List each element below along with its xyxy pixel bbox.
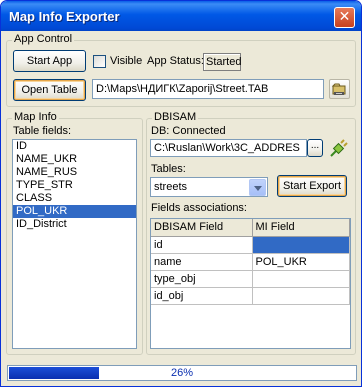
start-app-button[interactable]: Start App: [13, 50, 86, 72]
plug-connect-icon: [330, 139, 348, 157]
field-item[interactable]: NAME_RUS: [13, 166, 136, 179]
dbisam-label: DBISAM: [152, 111, 199, 123]
table-fields-list[interactable]: ID NAME_UKR NAME_RUS TYPE_STR CLASS POL_…: [12, 139, 137, 349]
app-control-label: App Control: [12, 33, 75, 45]
chevron-down-icon[interactable]: [249, 179, 266, 196]
app-status-label: App Status:: [147, 55, 204, 67]
mi-field-cell[interactable]: [252, 287, 350, 305]
fields-associations-grid[interactable]: DBISAM Field MI Field id name POL_UKR ty…: [150, 218, 351, 349]
table-row[interactable]: id: [151, 236, 350, 254]
close-icon: ✕: [338, 9, 351, 25]
field-item[interactable]: TYPE_STR: [13, 179, 136, 192]
column-header-dbisam-field[interactable]: DBISAM Field: [151, 219, 253, 237]
field-item[interactable]: ID: [13, 140, 136, 153]
tables-dropdown-value: streets: [154, 181, 188, 193]
db-browse-button[interactable]: ...: [307, 139, 323, 157]
table-row[interactable]: type_obj: [151, 270, 350, 288]
app-status-value: Started: [203, 53, 241, 71]
column-header-mi-field[interactable]: MI Field: [252, 219, 350, 237]
db-status-label: DB: Connected: [151, 125, 226, 137]
dbisam-field-cell[interactable]: id_obj: [151, 287, 253, 305]
field-item[interactable]: ID_District: [13, 218, 136, 231]
close-button[interactable]: ✕: [334, 7, 355, 28]
open-table-button[interactable]: Open Table: [13, 79, 86, 101]
field-item-selected[interactable]: POL_UKR: [13, 205, 136, 218]
table-row[interactable]: name POL_UKR: [151, 253, 350, 271]
map-info-label: Map Info: [12, 111, 59, 123]
mi-field-cell[interactable]: [252, 270, 350, 288]
table-fields-label: Table fields:: [13, 125, 72, 137]
dbisam-field-cell[interactable]: name: [151, 253, 253, 271]
associations-table: DBISAM Field MI Field id name POL_UKR ty…: [151, 219, 350, 305]
open-folder-icon: [331, 83, 346, 95]
progress-percent-label: 26%: [170, 367, 194, 379]
main-window: Map Info Exporter ✕ App Control Start Ap…: [0, 0, 362, 387]
start-export-button[interactable]: Start Export: [277, 175, 347, 197]
field-item[interactable]: CLASS: [13, 192, 136, 205]
tables-dropdown[interactable]: streets: [150, 177, 268, 197]
title-bar[interactable]: Map Info Exporter ✕: [1, 1, 361, 31]
browse-table-button[interactable]: [329, 79, 350, 99]
visible-checkbox-label: Visible: [110, 55, 143, 67]
dbisam-field-cell[interactable]: id: [151, 236, 253, 254]
field-item[interactable]: NAME_UKR: [13, 153, 136, 166]
window-title: Map Info Exporter: [9, 9, 120, 24]
visible-checkbox[interactable]: [93, 55, 106, 68]
mi-field-cell-selected[interactable]: [252, 236, 350, 254]
fields-associations-label: Fields associations:: [151, 202, 247, 214]
dbisam-field-cell[interactable]: type_obj: [151, 270, 253, 288]
table-header-row: DBISAM Field MI Field: [151, 219, 350, 237]
table-path-field[interactable]: D:\Maps\НДИГК\Zaporij\Street.TAB: [92, 79, 324, 99]
table-row[interactable]: id_obj: [151, 287, 350, 305]
db-path-field[interactable]: C:\Ruslan\Work\3C_ADDRES: [150, 139, 307, 157]
mi-field-cell[interactable]: POL_UKR: [252, 253, 350, 271]
connect-button[interactable]: [328, 137, 350, 159]
tables-label: Tables:: [151, 163, 186, 175]
export-progress-bar: 26%: [7, 365, 357, 381]
